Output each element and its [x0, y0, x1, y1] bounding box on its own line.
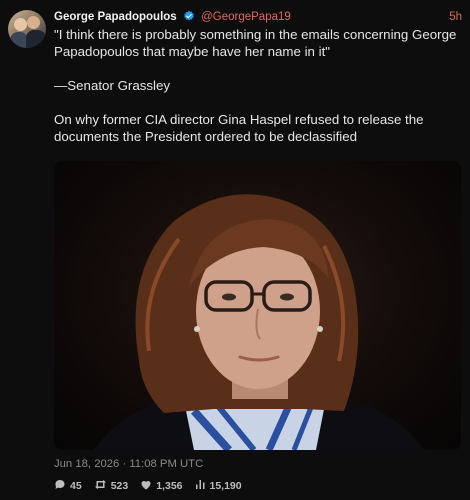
like-count: 1,356 [156, 480, 183, 492]
tweet-card[interactable]: George Papadopoulos @GeorgePapa19 5h "I … [0, 0, 470, 500]
tweet-time[interactable]: 5h [449, 9, 462, 25]
retweet-stat[interactable]: 523 [94, 479, 129, 493]
tweet-stats: 45 523 1,356 15,190 [54, 479, 254, 493]
reply-icon [54, 479, 70, 493]
author-name[interactable]: George Papadopoulos [54, 11, 177, 23]
tweet-photo[interactable] [54, 161, 461, 450]
tweet-header: George Papadopoulos @GeorgePapa19 5h [54, 9, 462, 25]
tweet-timestamp[interactable]: Jun 18, 2026 · 11:08 PM UTC [54, 458, 203, 470]
reply-stat[interactable]: 45 [54, 479, 82, 493]
like-stat[interactable]: 1,356 [140, 479, 183, 493]
tweet-text: "I think there is probably something in … [54, 26, 459, 145]
tweet-context: On why former CIA director Gina Haspel r… [54, 112, 424, 144]
analytics-icon [195, 479, 210, 493]
views-stat[interactable]: 15,190 [195, 479, 242, 493]
retweet-count: 523 [110, 480, 129, 492]
views-count: 15,190 [209, 480, 242, 492]
portrait-illustration [94, 194, 424, 450]
verified-badge-icon [183, 10, 195, 27]
reply-count: 45 [70, 480, 82, 492]
avatar[interactable] [8, 10, 46, 48]
tweet-attribution: —Senator Grassley [54, 78, 171, 93]
heart-icon [140, 479, 156, 493]
author-handle[interactable]: @GeorgePapa19 [201, 11, 291, 23]
retweet-icon [94, 479, 111, 493]
tweet-quote: "I think there is probably something in … [54, 27, 457, 59]
